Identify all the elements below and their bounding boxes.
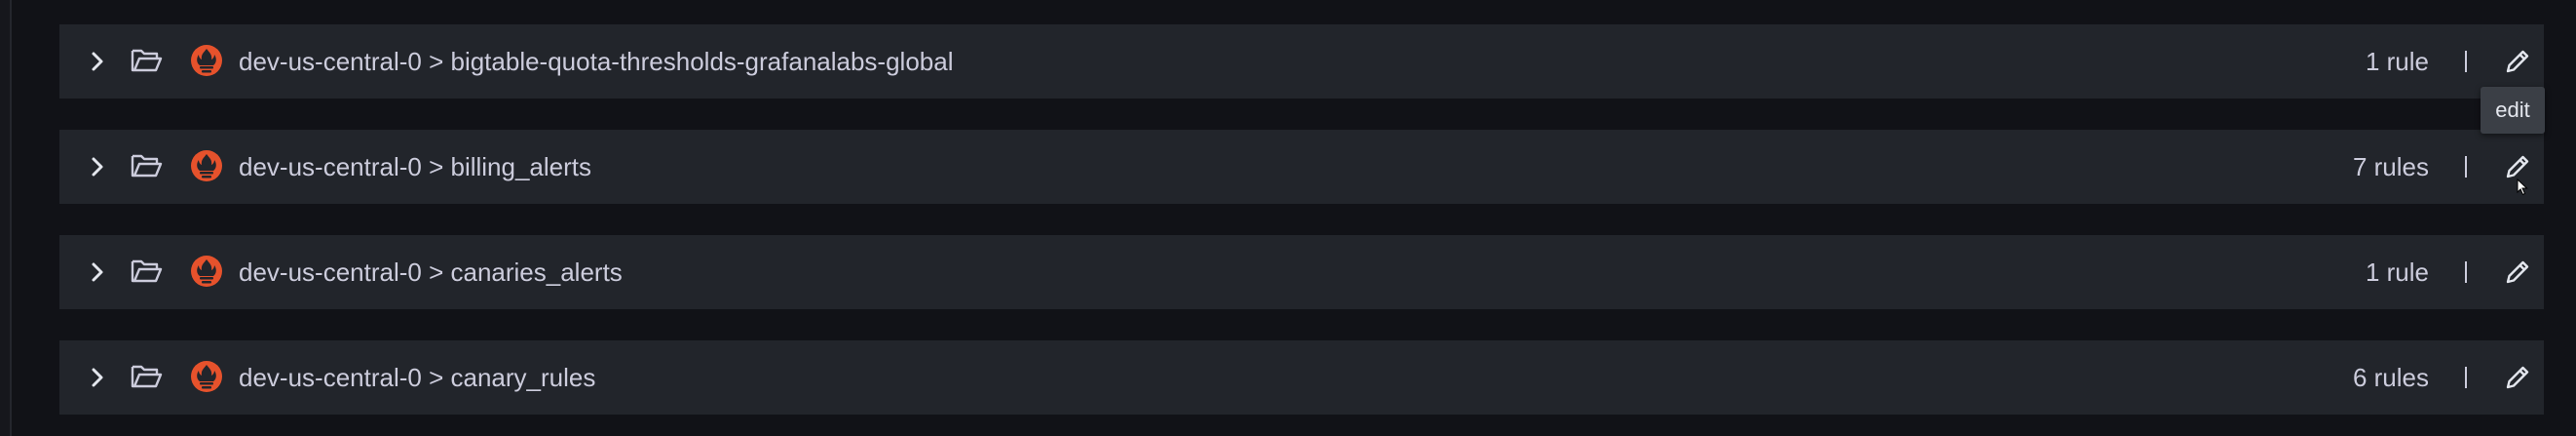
alert-rules-page: dev-us-central-0 > bigtable-quota-thresh…: [0, 0, 2576, 436]
rule-group-row[interactable]: dev-us-central-0 > bigtable-quota-thresh…: [59, 24, 2544, 99]
rule-group-title: dev-us-central-0 > bigtable-quota-thresh…: [239, 47, 954, 76]
prometheus-icon: [191, 256, 222, 287]
pencil-icon[interactable]: [2500, 360, 2535, 395]
pencil-icon[interactable]: [2500, 255, 2535, 290]
rule-group-title: dev-us-central-0 > billing_alerts: [239, 152, 592, 181]
mouse-pointer-icon: [2517, 178, 2528, 196]
chevron-right-icon[interactable]: [84, 258, 111, 286]
left-panel-edge: [0, 0, 12, 436]
pencil-icon[interactable]: [2500, 44, 2535, 79]
divider: [2465, 156, 2467, 178]
folder-open-icon: [131, 49, 163, 72]
folder-open-icon: [131, 154, 163, 178]
rule-count: 7 rules: [2352, 152, 2429, 181]
divider: [2465, 261, 2467, 283]
prometheus-icon: [191, 150, 222, 181]
divider: [2465, 51, 2467, 72]
prometheus-icon: [191, 45, 222, 76]
rule-group-title: dev-us-central-0 > canaries_alerts: [239, 258, 623, 287]
rule-count: 6 rules: [2352, 363, 2429, 392]
rule-count: 1 rule: [2365, 258, 2429, 287]
folder-open-icon: [131, 259, 163, 283]
folder-open-icon: [131, 365, 163, 388]
edit-tooltip: edit: [2481, 87, 2545, 134]
rule-group-row[interactable]: dev-us-central-0 > canary_rules 6 rules: [59, 340, 2544, 415]
chevron-right-icon[interactable]: [84, 364, 111, 391]
chevron-right-icon[interactable]: [84, 48, 111, 75]
rule-count: 1 rule: [2365, 47, 2429, 76]
chevron-right-icon[interactable]: [84, 153, 111, 180]
rule-group-title: dev-us-central-0 > canary_rules: [239, 363, 596, 392]
prometheus-icon: [191, 361, 222, 392]
divider: [2465, 367, 2467, 388]
rule-group-row[interactable]: dev-us-central-0 > billing_alerts 7 rule…: [59, 130, 2544, 204]
rule-group-row[interactable]: dev-us-central-0 > canaries_alerts 1 rul…: [59, 235, 2544, 309]
